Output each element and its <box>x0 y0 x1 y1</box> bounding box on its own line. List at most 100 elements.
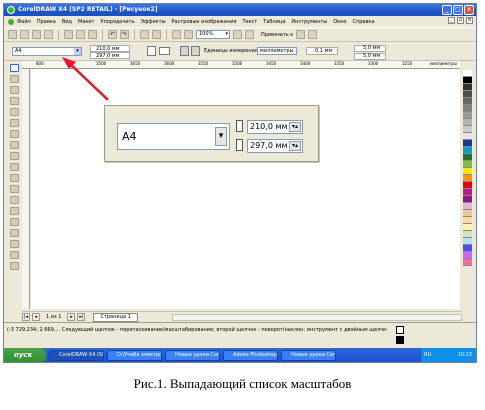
menu-text[interactable]: Текст <box>242 19 257 25</box>
inset-paper-size-select[interactable]: A4 ▾ <box>117 123 230 150</box>
crop-tool-icon[interactable] <box>9 86 19 94</box>
palette-swatch[interactable] <box>463 119 472 126</box>
full-screen-icon[interactable] <box>233 30 242 39</box>
all-pages-icon[interactable] <box>180 46 189 56</box>
first-page-button[interactable]: |◂ <box>22 313 30 321</box>
import-icon[interactable] <box>140 30 149 39</box>
inset-height-input[interactable]: 297,0 мм ▾▴ <box>247 139 303 153</box>
menu-file[interactable]: Файл <box>17 19 31 25</box>
redo-icon[interactable]: ↷ <box>120 30 129 39</box>
basic-shapes-tool-icon[interactable] <box>9 163 19 171</box>
shape-tool-icon[interactable] <box>9 75 19 83</box>
menu-table[interactable]: Таблица <box>263 19 285 25</box>
taskbar-item[interactable]: Новые уроки Cor... <box>281 350 336 361</box>
palette-swatch[interactable] <box>463 105 472 112</box>
menu-bitmaps[interactable]: Растровые изображения <box>172 19 237 25</box>
taskbar-item[interactable]: Новые уроки Cor... <box>165 350 220 361</box>
palette-swatch[interactable] <box>463 140 472 147</box>
palette-swatch[interactable] <box>463 147 472 154</box>
palette-swatch[interactable] <box>463 70 472 77</box>
chevron-down-icon[interactable]: ▾ <box>74 48 81 55</box>
smart-fill-tool-icon[interactable] <box>9 119 19 127</box>
menu-edit[interactable]: Правка <box>37 19 56 25</box>
units-select[interactable]: миллиметры <box>257 47 297 55</box>
save-icon[interactable] <box>32 30 41 39</box>
undo-icon[interactable]: ↶ <box>108 30 117 39</box>
interactive-fill-tool-icon[interactable] <box>9 262 19 270</box>
palette-swatch[interactable] <box>463 210 472 217</box>
menu-tools[interactable]: Инструменты <box>291 19 327 25</box>
application-launcher-icon[interactable] <box>172 30 181 39</box>
start-button[interactable]: пуск <box>4 348 46 362</box>
menu-help[interactable]: Справка <box>352 19 374 25</box>
cut-icon[interactable] <box>64 30 73 39</box>
palette-swatch[interactable] <box>463 231 472 238</box>
palette-swatch[interactable] <box>463 175 472 182</box>
menu-view[interactable]: Вид <box>62 19 72 25</box>
landscape-icon[interactable] <box>159 47 170 55</box>
minimize-button[interactable]: _ <box>442 5 452 15</box>
outline-indicator-icon[interactable] <box>396 336 404 344</box>
prev-page-button[interactable]: ◂ <box>32 313 40 321</box>
doc-restore-button[interactable]: ▫ <box>457 17 464 24</box>
portrait-icon[interactable] <box>147 46 156 56</box>
spinner-icon[interactable]: ▾▴ <box>289 122 301 132</box>
inset-width-input[interactable]: 210,0 мм ▾▴ <box>247 120 303 134</box>
palette-swatch[interactable] <box>463 133 472 140</box>
eyedropper-tool-icon[interactable] <box>9 229 19 237</box>
document-icon[interactable] <box>8 18 14 25</box>
zoom-level-select[interactable]: 100% <box>196 30 230 39</box>
doc-minimize-button[interactable]: _ <box>448 17 455 24</box>
taskbar-item[interactable]: Adobe Photoshop ... <box>223 350 278 361</box>
text-tool-icon[interactable] <box>9 174 19 182</box>
pick-tool-icon[interactable] <box>9 64 19 72</box>
ellipse-tool-icon[interactable] <box>9 141 19 149</box>
palette-swatch[interactable] <box>463 259 472 266</box>
palette-swatch[interactable] <box>463 77 472 84</box>
palette-swatch[interactable] <box>463 84 472 91</box>
palette-swatch[interactable] <box>463 252 472 259</box>
maximize-button[interactable]: □ <box>453 5 463 15</box>
freehand-tool-icon[interactable] <box>9 108 19 116</box>
palette-swatch[interactable] <box>463 245 472 252</box>
palette-swatch[interactable] <box>463 217 472 224</box>
palette-swatch[interactable] <box>463 224 472 231</box>
dimension-tool-icon[interactable] <box>9 196 19 204</box>
next-page-button[interactable]: ▸ <box>67 313 76 321</box>
table-tool-icon[interactable] <box>9 185 19 193</box>
menu-effects[interactable]: Эффекты <box>141 19 166 25</box>
palette-swatch[interactable] <box>463 238 472 245</box>
current-page-icon[interactable] <box>191 46 200 56</box>
polygon-tool-icon[interactable] <box>9 152 19 160</box>
page-tab[interactable]: Страница 1 <box>93 312 138 322</box>
close-button[interactable]: × <box>464 5 474 15</box>
palette-swatch[interactable] <box>463 161 472 168</box>
open-icon[interactable] <box>20 30 29 39</box>
paper-size-select[interactable]: A4 ▾ <box>12 47 82 56</box>
blend-tool-icon[interactable] <box>9 218 19 226</box>
taskbar-item[interactable]: D:\Учеба электрон... <box>107 350 162 361</box>
spinner-icon[interactable]: ▾▴ <box>289 141 301 151</box>
menu-window[interactable]: Окно <box>333 19 346 25</box>
page-width-input[interactable]: 210,0 мм <box>90 45 130 52</box>
palette-swatch[interactable] <box>463 203 472 210</box>
doc-close-button[interactable]: × <box>466 17 473 24</box>
last-page-button[interactable]: ▸| <box>77 313 86 321</box>
horizontal-scrollbar[interactable] <box>172 314 462 321</box>
palette-swatch[interactable] <box>463 154 472 161</box>
page-height-input[interactable]: 297,0 мм <box>90 52 130 59</box>
taskbar-item[interactable]: CorelDRAW X4 (SP... <box>49 350 104 361</box>
duplicate-distance-x-input[interactable]: 5,0 мм <box>354 45 386 52</box>
new-icon[interactable] <box>8 30 17 39</box>
outline-tool-icon[interactable] <box>9 240 19 248</box>
options-icon[interactable] <box>296 30 306 39</box>
rectangle-tool-icon[interactable] <box>9 130 19 138</box>
palette-swatch[interactable] <box>463 189 472 196</box>
print-icon[interactable] <box>44 30 53 39</box>
snap-to-dropdown[interactable]: Привязать к <box>261 32 293 38</box>
fill-tool-icon[interactable] <box>9 251 19 259</box>
welcome-screen-icon[interactable] <box>184 30 193 39</box>
palette-swatch[interactable] <box>463 168 472 175</box>
menu-layout[interactable]: Макет <box>78 19 94 25</box>
fill-indicator-icon[interactable] <box>396 326 404 334</box>
